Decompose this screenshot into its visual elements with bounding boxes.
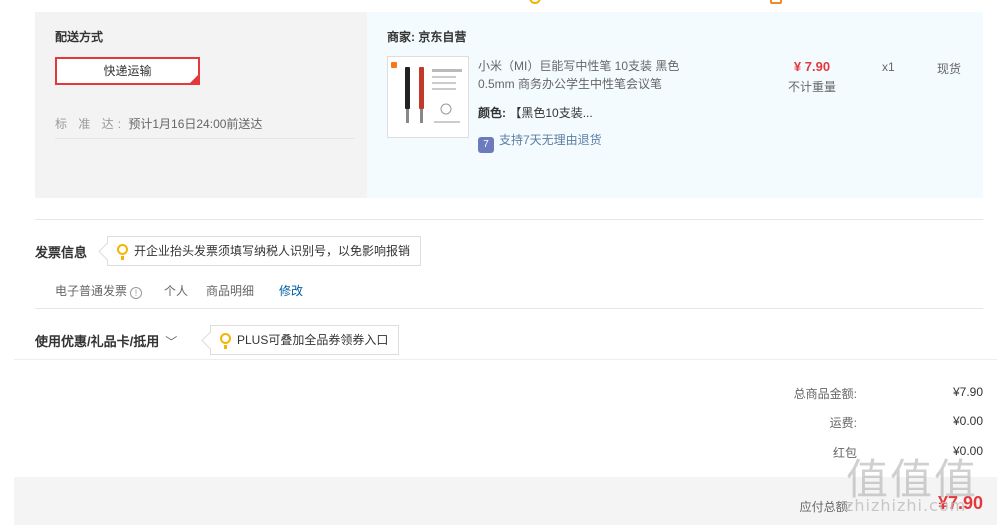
invoice-holder: 个人: [164, 284, 189, 298]
standard-label: 标 准 达:: [55, 117, 126, 131]
invoice-type-text: 电子普通发票: [55, 284, 128, 298]
divider: [35, 308, 983, 309]
pen-image-icon: [391, 62, 462, 123]
express-shipping-button[interactable]: 快递运输 ✓: [55, 57, 200, 85]
standard-delivery-row: 标 准 达: 预计1月16日24:00前送达: [55, 115, 262, 132]
seven-day-return-icon: 7: [478, 137, 494, 153]
invoice-content: 商品明细: [206, 284, 255, 298]
divider: [55, 138, 355, 139]
freight-label: 运费:: [829, 416, 857, 430]
goods-total-value: ¥7.90: [952, 385, 983, 399]
coupon-tip-text: PLUS可叠加全品券领券入口: [237, 333, 389, 347]
shipping-panel: 配送方式 快递运输 ✓ 标 准 达: 预计1月16日24:00前送达: [35, 12, 367, 198]
coupon-tip[interactable]: PLUS可叠加全品券领券入口: [210, 325, 400, 355]
shipping-title: 配送方式: [55, 30, 104, 44]
freight-value: ¥0.00: [952, 414, 983, 428]
invoice-edit-link[interactable]: 修改: [279, 282, 303, 299]
calendar-icon: [770, 0, 782, 4]
express-shipping-label: 快递运输: [103, 64, 152, 78]
product-weight: 不计重量: [787, 80, 836, 94]
return-policy[interactable]: 7 支持7天无理由退货: [478, 131, 602, 153]
divider: [35, 219, 983, 220]
return-policy-text: 支持7天无理由退货: [499, 133, 602, 147]
standard-eta: 预计1月16日24:00前送达: [128, 117, 263, 131]
divider: [14, 359, 997, 360]
lightbulb-icon: [117, 244, 128, 260]
stock-status: 现货: [937, 62, 962, 76]
order-block: 配送方式 快递运输 ✓ 标 准 达: 预计1月16日24:00前送达 商家: 京…: [35, 12, 983, 198]
merchant-label: 商家:: [387, 30, 415, 44]
product-name-link[interactable]: 小米（MI）巨能写中性笔 10支装 黑色0.5mm 商务办公学生中性笔会议笔: [478, 57, 698, 93]
product-thumbnail[interactable]: [387, 56, 469, 138]
merchant-header: 商家: 京东自营: [387, 28, 466, 45]
watermark-text: zhizhizhi.com: [845, 496, 967, 515]
invoice-title: 发票信息: [35, 245, 88, 260]
info-icon[interactable]: !: [130, 287, 143, 299]
goods-total-label: 总商品金额:: [793, 387, 857, 401]
color-value: 【黑色10支装...: [509, 106, 593, 120]
coupon-toggle[interactable]: 使用优惠/礼品卡/抵用 ﹀: [35, 331, 177, 350]
merchant-name: 京东自营: [418, 30, 467, 44]
product-price: ¥ 7.90: [793, 59, 831, 74]
merchant-panel: 商家: 京东自营 小米（MI）巨能写中性笔 10支装 黑色0.5mm 商务办公学…: [367, 12, 983, 198]
product-color: 颜色: 【黑色10支装...: [478, 104, 593, 121]
payable-label: 应付总额:: [799, 500, 851, 514]
invoice-type: 电子普通发票!: [55, 282, 143, 299]
invoice-tip-text: 开企业抬头发票须填写纳税人识别号，以免影响报销: [134, 244, 411, 258]
invoice-tip: 开企业抬头发票须填写纳税人识别号，以免影响报销: [107, 236, 422, 266]
product-quantity: x1: [882, 60, 895, 74]
check-icon: ✓: [190, 73, 197, 82]
lightbulb-icon: [220, 333, 231, 349]
clock-icon: [529, 0, 541, 4]
chevron-down-icon: ﹀: [165, 335, 178, 349]
color-label: 颜色:: [478, 106, 506, 120]
coupon-title: 使用优惠/礼品卡/抵用: [35, 334, 160, 349]
